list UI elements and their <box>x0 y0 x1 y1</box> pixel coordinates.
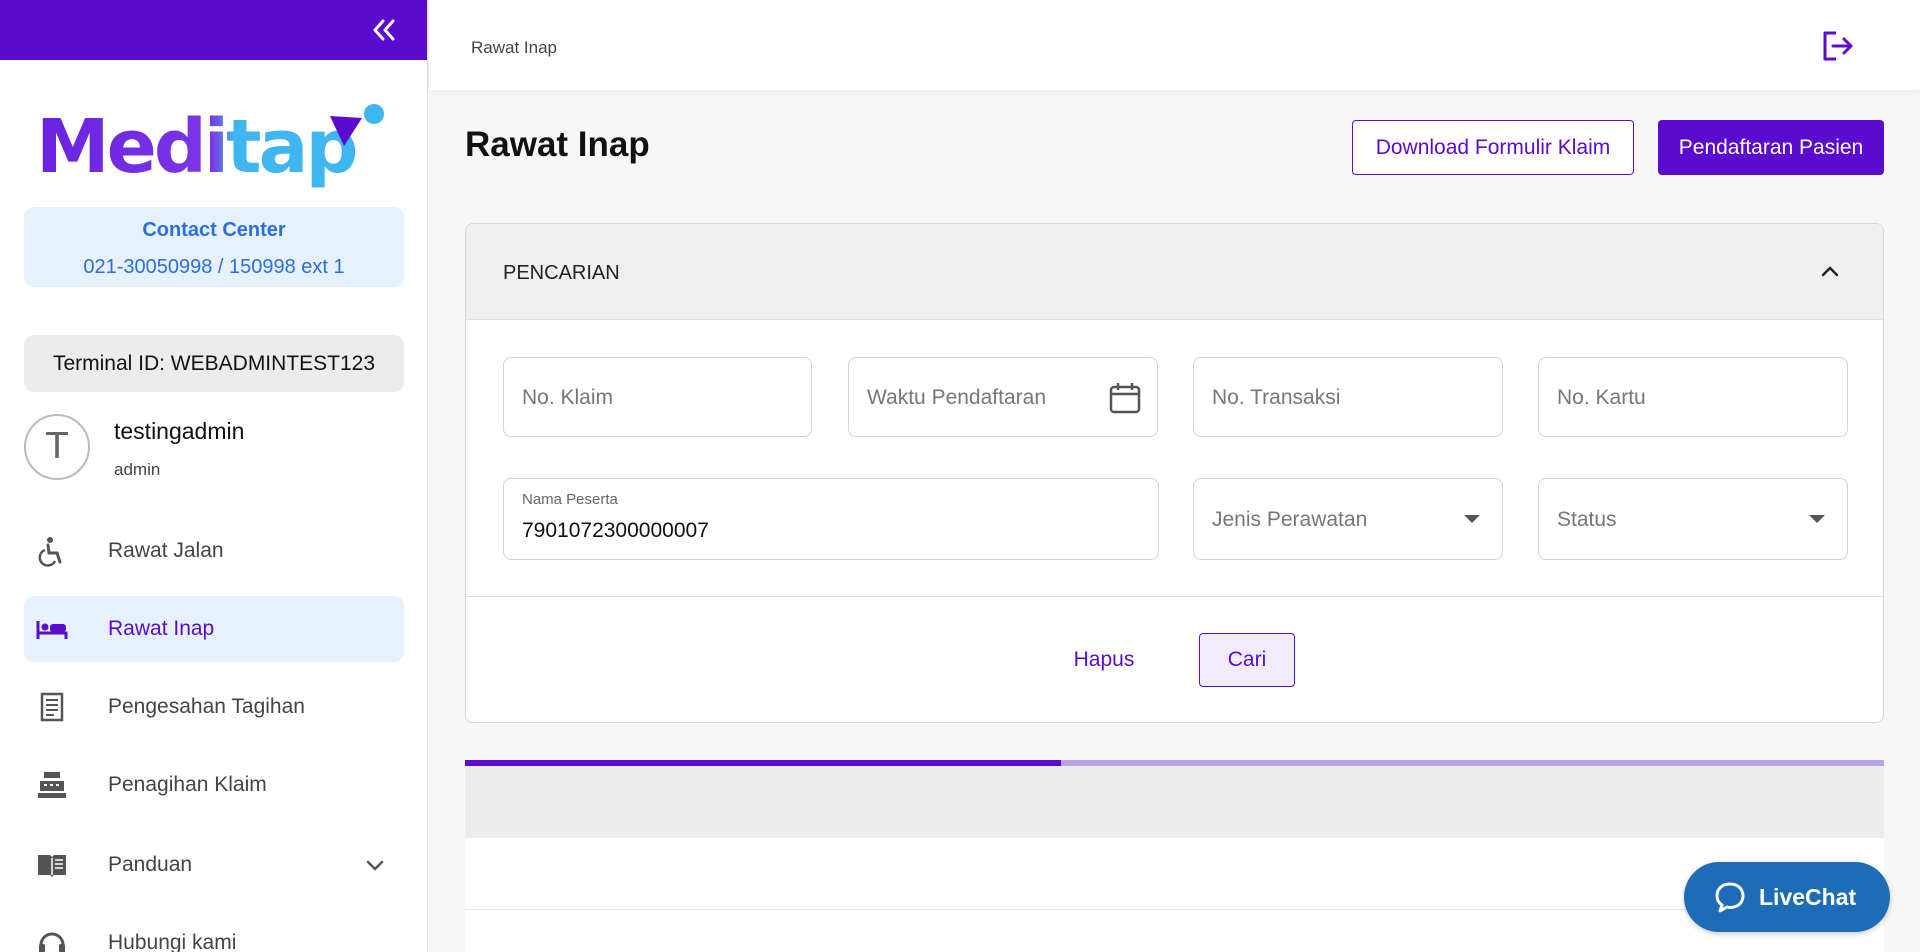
download-claim-form-button[interactable]: Download Formulir Klaim <box>1352 120 1634 175</box>
bed-icon <box>36 613 68 645</box>
avatar: T <box>24 414 90 480</box>
livechat-button[interactable]: LiveChat <box>1684 862 1890 932</box>
meditap-logo: Meditap <box>36 104 396 190</box>
care-type-select[interactable]: Jenis Perawatan <box>1193 478 1503 560</box>
sidebar-item-pengesahan-tagihan[interactable]: Pengesahan Tagihan <box>24 674 404 740</box>
sidebar-top-bar <box>0 0 427 60</box>
calendar-icon[interactable] <box>1107 380 1143 416</box>
transaction-number-field[interactable]: No. Transaksi <box>1193 357 1503 437</box>
dropdown-arrow-icon <box>1809 515 1825 523</box>
contact-center-title: Contact Center <box>142 219 286 241</box>
card-number-placeholder: No. Kartu <box>1557 386 1646 409</box>
sidebar-item-hubungi-kami[interactable]: Hubungi kami <box>24 910 404 952</box>
claim-number-field[interactable]: No. Klaim <box>503 357 812 437</box>
breadcrumb[interactable]: Rawat Inap <box>471 38 557 58</box>
logout-icon[interactable] <box>1820 28 1856 64</box>
participant-name-field[interactable]: Nama Peserta 7901072300000007 <box>503 478 1159 560</box>
page-title: Rawat Inap <box>465 125 650 164</box>
sidebar-item-label: Rawat Jalan <box>108 539 224 562</box>
results-table-header <box>465 766 1884 838</box>
contact-center: Contact Center 021-30050998 / 150998 ext… <box>24 207 404 287</box>
registration-time-placeholder: Waktu Pendaftaran <box>867 386 1046 409</box>
care-type-placeholder: Jenis Perawatan <box>1212 508 1368 531</box>
sidebar-item-label: Panduan <box>108 853 193 876</box>
search-panel: PENCARIAN No. Klaim Waktu Pendaftaran No… <box>465 223 1884 723</box>
participant-name-value: 7901072300000007 <box>522 519 709 542</box>
sidebar-item-rawat-inap[interactable]: Rawat Inap <box>24 596 404 662</box>
status-placeholder: Status <box>1557 508 1617 531</box>
table-row <box>465 910 1884 952</box>
clear-button[interactable]: Hapus <box>1056 633 1152 687</box>
receipt-icon <box>36 691 68 723</box>
sidebar-item-label: Hubungi kami <box>108 931 237 952</box>
svg-text:Meditap: Meditap <box>36 104 355 190</box>
search-actions: Hapus Cari <box>466 596 1883 722</box>
search-panel-title: PENCARIAN <box>503 262 620 284</box>
search-button[interactable]: Cari <box>1199 633 1295 687</box>
collapse-sidebar-icon[interactable] <box>369 16 399 44</box>
chevron-up-icon[interactable] <box>1819 260 1841 282</box>
terminal-id: Terminal ID: WEBADMINTEST123 <box>24 335 404 392</box>
chevron-down-icon <box>364 854 386 876</box>
sidebar-item-label: Penagihan Klaim <box>108 773 267 796</box>
dropdown-arrow-icon <box>1464 515 1480 523</box>
cash-register-icon <box>36 769 68 801</box>
wheelchair-icon <box>36 535 68 567</box>
sidebar-item-rawat-jalan[interactable]: Rawat Jalan <box>24 518 404 584</box>
claim-number-placeholder: No. Klaim <box>522 386 614 409</box>
table-row <box>465 838 1884 910</box>
user-name: testingadmin <box>114 418 245 444</box>
sidebar-item-penagihan-klaim[interactable]: Penagihan Klaim <box>24 752 404 818</box>
chat-bubble-icon <box>1714 881 1746 913</box>
contact-center-phone[interactable]: 021-30050998 / 150998 ext 1 <box>24 256 404 279</box>
headset-icon <box>36 927 68 952</box>
status-select[interactable]: Status <box>1538 478 1848 560</box>
user-profile: T testingadmin admin <box>24 414 404 486</box>
registration-time-field[interactable]: Waktu Pendaftaran <box>848 357 1158 437</box>
sidebar: Meditap Contact Center 021-30050998 / 15… <box>0 0 428 952</box>
search-panel-header[interactable]: PENCARIAN <box>466 224 1883 320</box>
transaction-number-placeholder: No. Transaksi <box>1212 386 1341 409</box>
sidebar-item-label: Rawat Inap <box>108 617 215 640</box>
book-icon <box>36 849 68 881</box>
user-role: admin <box>114 460 161 479</box>
participant-name-label: Nama Peserta <box>522 491 618 508</box>
top-header: Rawat Inap <box>429 0 1920 90</box>
patient-registration-button[interactable]: Pendaftaran Pasien <box>1658 120 1884 175</box>
sidebar-item-label: Pengesahan Tagihan <box>108 695 305 718</box>
card-number-field[interactable]: No. Kartu <box>1538 357 1848 437</box>
livechat-label: LiveChat <box>1759 884 1857 910</box>
sidebar-item-panduan[interactable]: Panduan <box>24 832 404 898</box>
